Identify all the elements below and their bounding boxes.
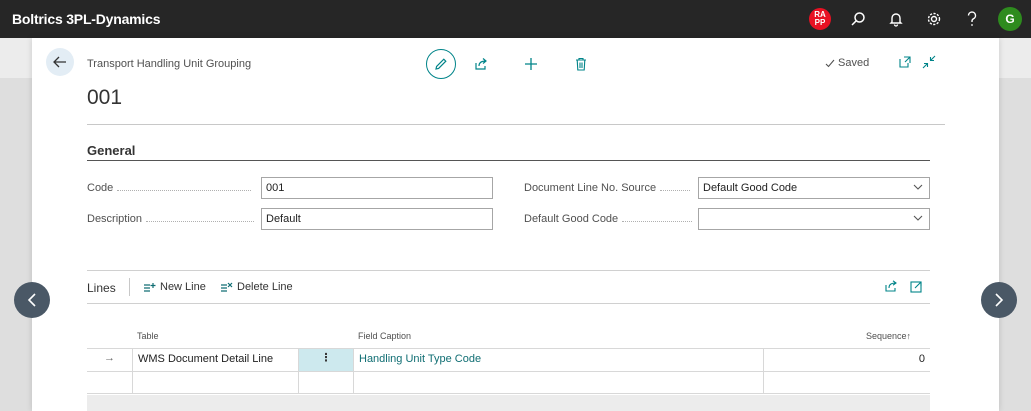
chevron-right-icon [995, 293, 1004, 307]
previous-record-button[interactable] [14, 282, 50, 318]
chevron-down-icon [913, 184, 923, 190]
share-icon [475, 58, 487, 70]
new-line-label: New Line [160, 281, 206, 293]
field-caption-cell[interactable]: Handling Unit Type Code [353, 349, 763, 371]
breadcrumb: Transport Handling Unit Grouping [87, 58, 252, 70]
table-cell[interactable] [132, 372, 298, 394]
lines-heading: Lines [87, 281, 116, 295]
code-label: Code [87, 182, 252, 194]
doc-line-source-label: Document Line No. Source [524, 182, 691, 194]
collapse-icon[interactable] [922, 55, 936, 69]
title-divider [87, 124, 945, 125]
back-button[interactable] [46, 48, 74, 76]
column-header-table[interactable]: Table [137, 331, 159, 341]
lines-separator [129, 278, 130, 296]
chevron-down-icon [913, 215, 923, 221]
new-button[interactable] [506, 49, 556, 79]
default-good-code-label-text: Default Good Code [524, 213, 619, 225]
lines-toolbar-icons [884, 280, 923, 293]
expand-icon[interactable] [910, 280, 923, 293]
table-row[interactable]: → WMS Document Detail Line ⋮ Handling Un… [87, 348, 930, 371]
general-section-divider [87, 160, 930, 161]
delete-line-button[interactable]: Delete Line [220, 281, 293, 293]
avatar: G [998, 7, 1022, 31]
field-caption-cell[interactable] [353, 372, 763, 394]
badge-bottom-text: PP [814, 18, 826, 27]
trash-icon [576, 57, 586, 71]
column-header-sequence[interactable]: Sequence↑ [866, 331, 911, 341]
row-selector-arrow-icon[interactable]: → [87, 349, 132, 371]
row-selector[interactable] [87, 372, 132, 394]
chevron-left-icon [27, 293, 36, 307]
user-avatar-button[interactable]: G [991, 0, 1029, 38]
page-title: 001 [87, 86, 123, 109]
share-icon[interactable] [884, 280, 898, 293]
bell-icon[interactable] [877, 0, 915, 38]
delete-line-icon [221, 282, 233, 292]
row-menu-cell[interactable] [298, 372, 353, 394]
record-card: Transport Handling Unit Grouping 001 Sav… [32, 38, 999, 411]
doc-line-source-label-text: Document Line No. Source [524, 182, 657, 194]
doc-line-source-select[interactable]: Default Good Code [698, 177, 930, 199]
lines-grid: → WMS Document Detail Line ⋮ Handling Un… [87, 348, 930, 394]
default-good-code-label: Default Good Code [524, 213, 693, 225]
action-bar [426, 49, 606, 79]
lines-top-divider [87, 270, 930, 271]
checkmark-icon [825, 59, 835, 67]
description-label: Description [87, 213, 255, 225]
table-row[interactable] [87, 371, 930, 394]
default-good-code-select[interactable] [698, 208, 930, 230]
background-panel-left [0, 38, 32, 411]
app-bar-actions: RA PP G [801, 0, 1031, 38]
new-line-icon [144, 282, 156, 292]
doc-line-source-value: Default Good Code [703, 182, 798, 194]
sort-ascending-icon: ↑ [906, 331, 912, 341]
sequence-header-label: Sequence [866, 331, 907, 341]
app-bar: Boltrics 3PL-Dynamics RA PP G [0, 0, 1031, 38]
gear-icon[interactable] [915, 0, 953, 38]
code-input[interactable]: 001 [261, 177, 493, 199]
open-new-window-icon[interactable] [898, 55, 912, 69]
lines-bottom-divider [87, 303, 930, 304]
help-icon[interactable] [953, 0, 991, 38]
code-label-text: Code [87, 182, 114, 194]
general-section-heading: General [87, 143, 136, 158]
next-record-button[interactable] [981, 282, 1017, 318]
sequence-cell[interactable] [763, 372, 930, 394]
window-controls [898, 55, 936, 69]
description-input[interactable]: Default [261, 208, 493, 230]
rapp-badge-button[interactable]: RA PP [801, 0, 839, 38]
plus-icon [525, 58, 537, 70]
saved-status: Saved [825, 57, 869, 69]
table-cell[interactable]: WMS Document Detail Line [132, 349, 298, 371]
sequence-cell[interactable]: 0 [763, 349, 930, 371]
delete-button[interactable] [556, 49, 606, 79]
rapp-badge: RA PP [809, 8, 831, 30]
pencil-icon [435, 58, 447, 70]
share-button[interactable] [456, 49, 506, 79]
description-label-text: Description [87, 213, 143, 225]
row-menu-icon[interactable]: ⋮ [298, 349, 353, 371]
background-panel-right [999, 38, 1031, 411]
delete-line-label: Delete Line [237, 281, 293, 293]
app-title: Boltrics 3PL-Dynamics [12, 11, 161, 27]
new-line-button[interactable]: New Line [143, 281, 206, 293]
column-header-field-caption[interactable]: Field Caption [358, 331, 411, 341]
edit-button[interactable] [426, 49, 456, 79]
arrow-left-icon [53, 56, 66, 68]
search-icon[interactable] [839, 0, 877, 38]
saved-label: Saved [838, 57, 870, 69]
grid-empty-area [87, 395, 930, 411]
